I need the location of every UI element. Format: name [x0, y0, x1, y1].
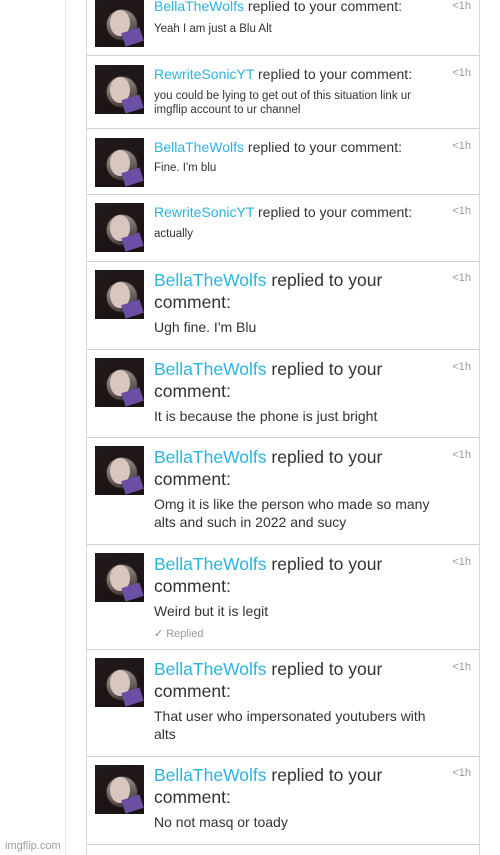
timestamp: <1h — [452, 205, 471, 217]
replied-status: ✓ Replied — [154, 627, 204, 640]
username-link[interactable]: BellaTheWolfs — [154, 359, 267, 379]
comment-text: Fine. I'm blu — [154, 162, 217, 174]
comment-text: It is because the phone is just bright — [154, 408, 378, 424]
username-link[interactable]: BellaTheWolfs — [154, 554, 267, 574]
comment-text: Ugh fine. I'm Blu — [154, 319, 257, 335]
notification-item[interactable]: BellaTheWolfs replied to your comment: O… — [87, 438, 479, 545]
notification-feed: BellaTheWolfs replied to your comment: Y… — [86, 0, 480, 855]
notification-item[interactable]: RewriteSonicYT replied to your comment: … — [87, 56, 479, 129]
user-avatar[interactable] — [95, 138, 144, 187]
timestamp: <1h — [452, 67, 471, 79]
username-link[interactable]: BellaTheWolfs — [154, 659, 267, 679]
user-avatar[interactable] — [95, 65, 144, 114]
username-link[interactable]: RewriteSonicYT — [154, 66, 254, 82]
notification-item[interactable]: BellaTheWolfs replied to your comment: U… — [87, 262, 479, 350]
user-avatar[interactable] — [95, 765, 144, 814]
action-text: replied to your comment: — [247, 139, 402, 155]
user-avatar[interactable] — [95, 658, 144, 707]
username-link[interactable]: BellaTheWolfs — [154, 0, 244, 14]
username-link[interactable]: BellaTheWolfs — [154, 270, 267, 290]
username-link[interactable]: BellaTheWolfs — [154, 765, 267, 785]
action-text: replied to your comment: — [247, 0, 402, 14]
timestamp: <1h — [452, 449, 471, 461]
username-link[interactable]: BellaTheWolfs — [154, 447, 267, 467]
user-avatar[interactable] — [95, 358, 144, 407]
timestamp: <1h — [452, 556, 471, 568]
comment-text: No not masq or toady — [154, 814, 288, 830]
notification-header: BellaTheWolfs replied to your comment: — [154, 0, 443, 15]
notification-header: BellaTheWolfs replied to your comment: — [154, 358, 443, 402]
notification-item[interactable]: RewriteSonicYT replied to your comment: … — [87, 195, 479, 262]
timestamp: <1h — [452, 0, 471, 12]
notification-header: BellaTheWolfs replied to your comment: — [154, 553, 443, 597]
comment-text: Yeah I am just a Blu Alt — [154, 23, 272, 35]
notification-header: BellaTheWolfs replied to your comment: — [154, 446, 443, 490]
user-avatar[interactable] — [95, 0, 144, 47]
timestamp: <1h — [452, 361, 471, 373]
action-text: replied to your comment: — [258, 204, 413, 220]
replied-label: Replied — [166, 628, 204, 640]
user-avatar[interactable] — [95, 446, 144, 495]
notification-item[interactable]: BellaTheWolfs replied to your comment: I… — [87, 350, 479, 438]
comment-text: you could be lying to get out of this si… — [154, 90, 411, 117]
notification-item[interactable]: BellaTheWolfs replied to your comment: T… — [87, 650, 479, 757]
timestamp: <1h — [452, 272, 471, 284]
timestamp: <1h — [452, 140, 471, 152]
checkmark-icon: ✓ — [154, 628, 164, 640]
username-link[interactable]: BellaTheWolfs — [154, 139, 244, 155]
user-avatar[interactable] — [95, 553, 144, 602]
action-text: replied to your comment: — [258, 66, 413, 82]
notification-item[interactable]: BellaTheWolfs replied to your comment: F… — [87, 129, 479, 195]
notification-header: BellaTheWolfs replied to your comment: — [154, 658, 443, 702]
notification-item[interactable]: BellaTheWolfs replied to your comment: W… — [87, 545, 479, 650]
notification-header: RewriteSonicYT replied to your comment: — [154, 66, 443, 83]
comment-text: Omg it is like the person who made so ma… — [154, 496, 430, 530]
notification-header: RewriteSonicYT replied to your comment: — [154, 204, 443, 221]
comment-text: Weird but it is legit — [154, 603, 269, 619]
imgflip-watermark: imgflip.com — [5, 840, 61, 852]
notification-item[interactable]: BellaTheWolfs replied to your comment: N… — [87, 757, 479, 845]
notification-item[interactable]: BellaTheWolfs replied to your comment: Y… — [87, 0, 479, 56]
user-avatar[interactable] — [95, 270, 144, 319]
notification-header: BellaTheWolfs replied to your comment: — [154, 269, 443, 313]
comment-text: That user who impersonated youtubers wit… — [154, 708, 426, 742]
comment-text: actually — [154, 228, 193, 240]
timestamp: <1h — [452, 661, 471, 673]
notification-header: BellaTheWolfs replied to your comment: — [154, 139, 443, 156]
username-link[interactable]: RewriteSonicYT — [154, 204, 254, 220]
left-divider — [65, 0, 66, 855]
timestamp: <1h — [452, 767, 471, 779]
notification-header: BellaTheWolfs replied to your comment: — [154, 764, 443, 808]
user-avatar[interactable] — [95, 203, 144, 252]
